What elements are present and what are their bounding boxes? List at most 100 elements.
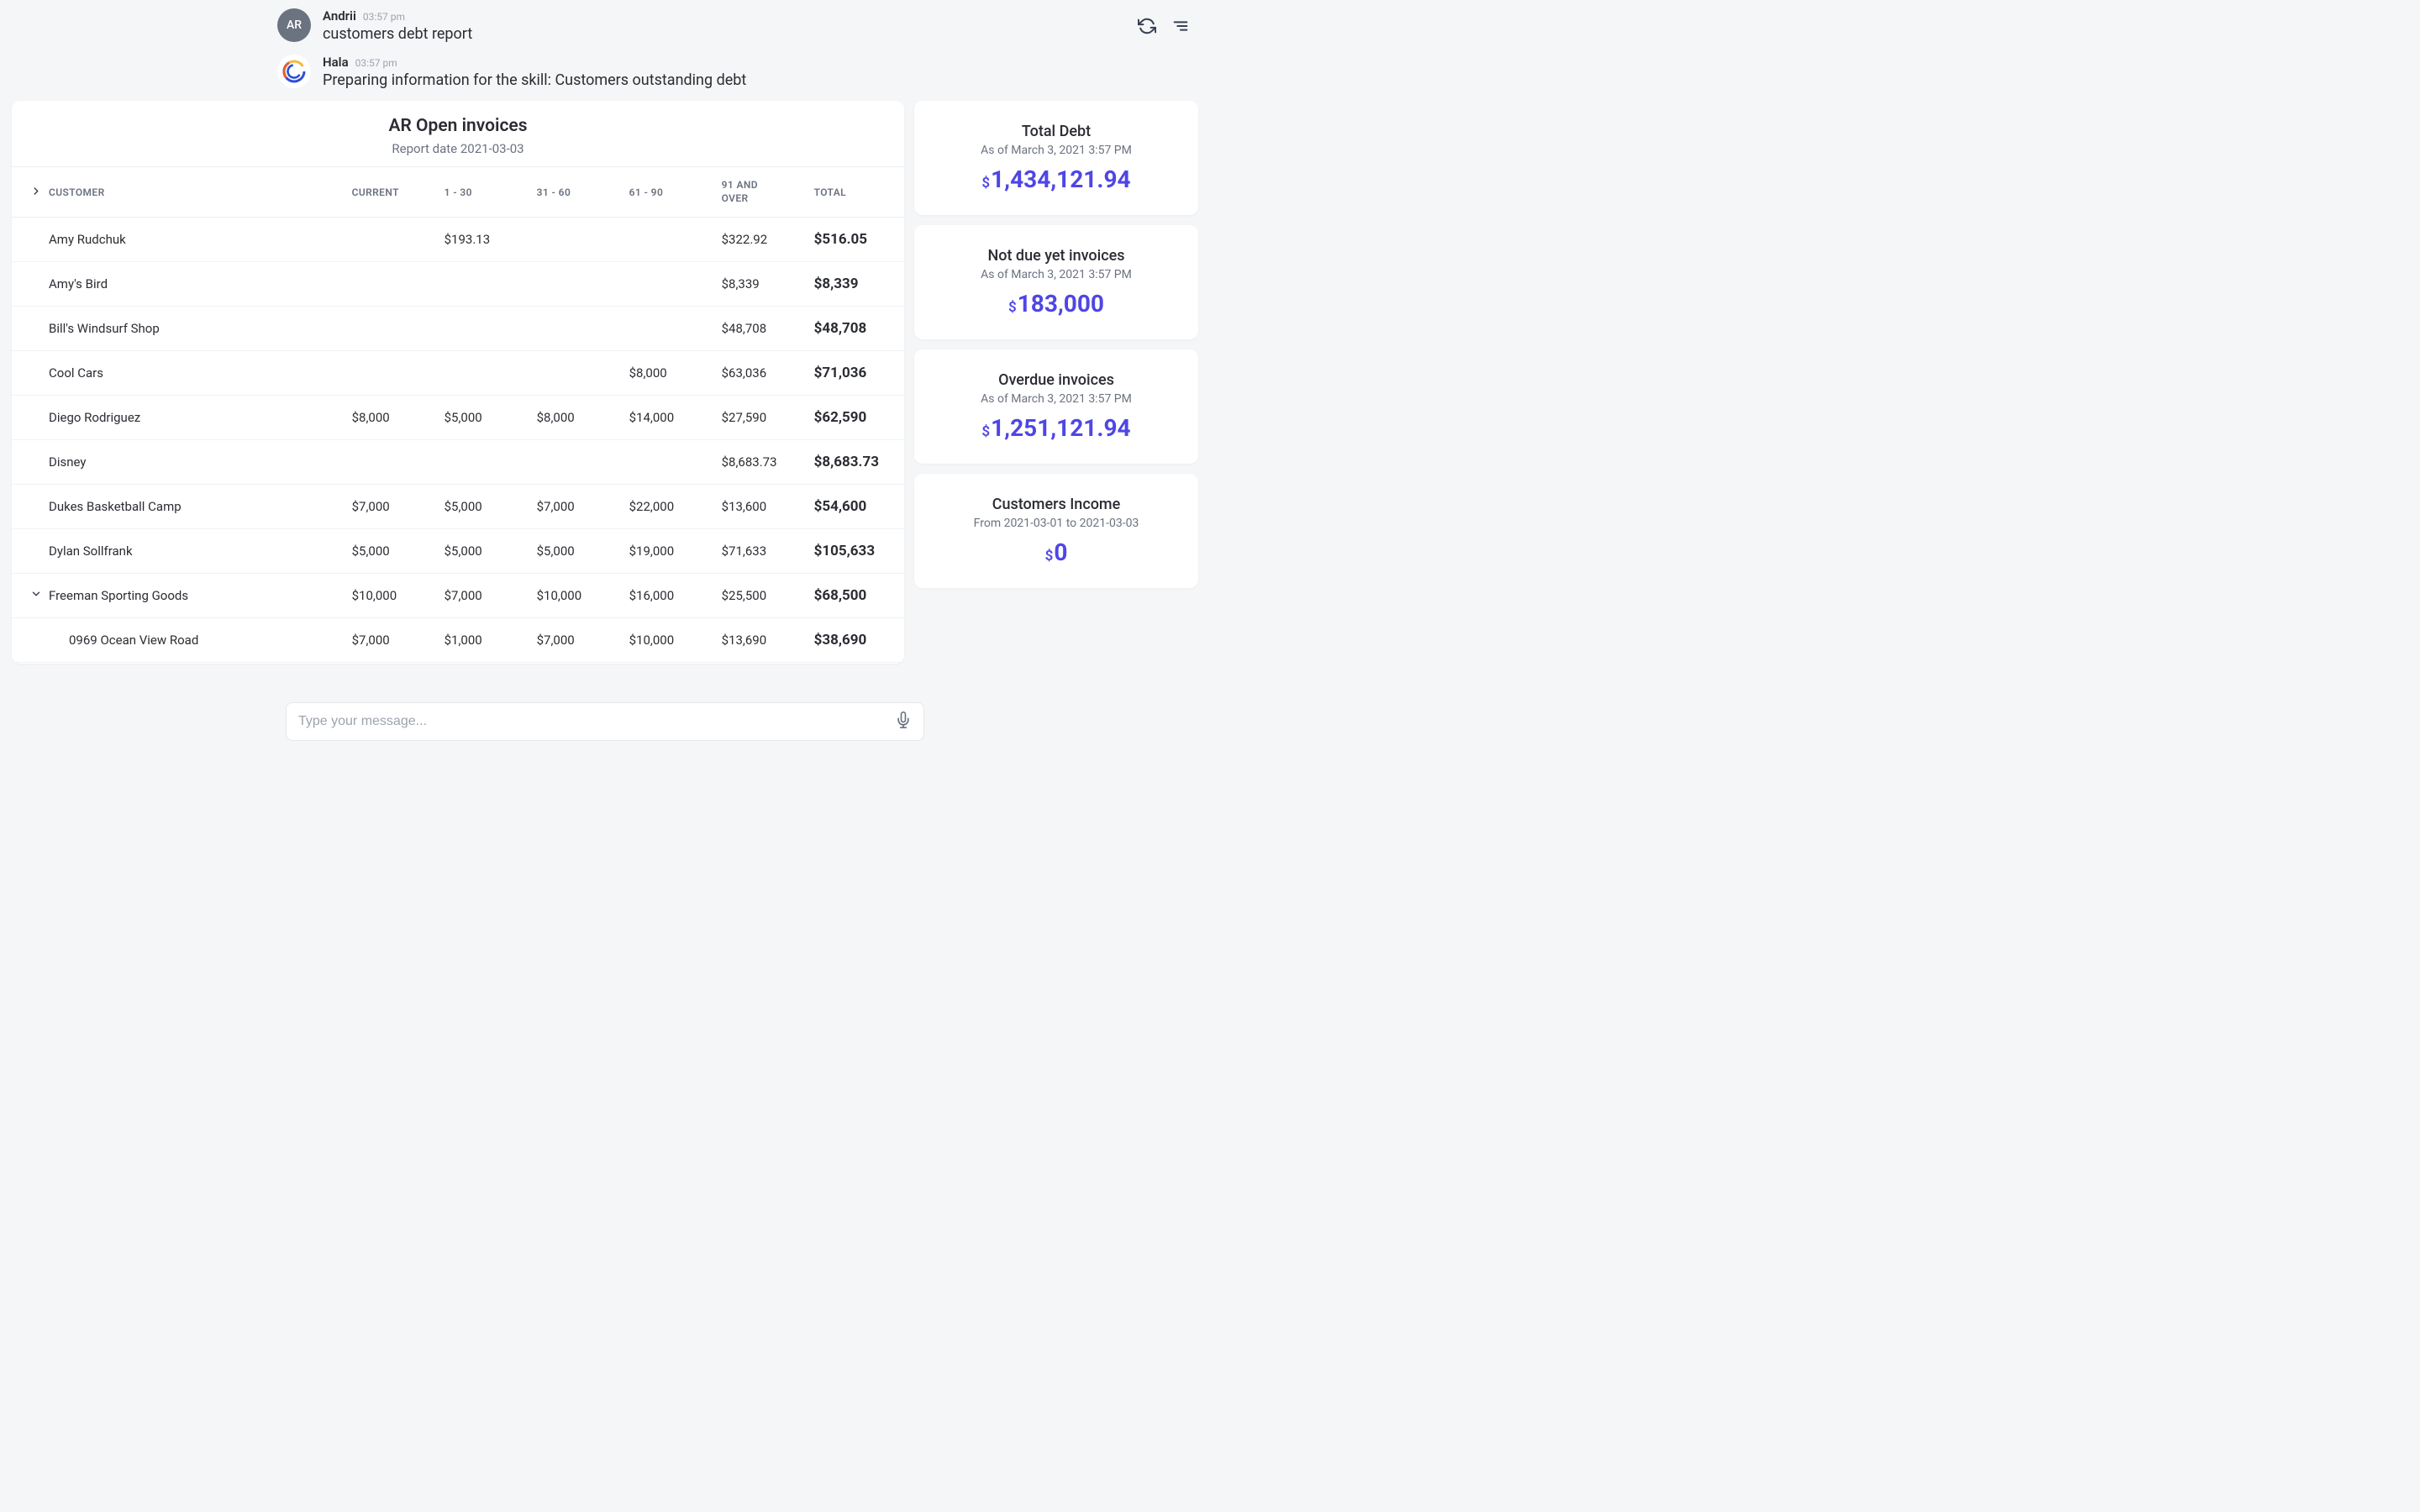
stat-title: Total Debt: [931, 123, 1181, 140]
column-header-current[interactable]: CURRENT: [344, 167, 436, 218]
amount-cell: $10,000: [529, 574, 621, 618]
amount-cell: $14,000: [621, 396, 713, 440]
message-input[interactable]: [298, 714, 895, 729]
amount-cell: [344, 307, 436, 351]
amount-cell: $8,683.73: [713, 440, 806, 485]
stat-subtitle: As of March 3, 2021 3:57 PM: [931, 144, 1181, 157]
amount-cell: $193.13: [436, 218, 529, 262]
report-date: Report date 2021-03-03: [12, 141, 904, 156]
total-cell: $516.05: [806, 218, 904, 262]
message-input-bar[interactable]: [286, 702, 924, 741]
amount-cell: $63,036: [713, 351, 806, 396]
report-card: AR Open invoices Report date 2021-03-03 …: [12, 101, 904, 664]
table-row[interactable]: Amy's Bird$8,339$8,339: [12, 262, 904, 307]
amount-cell: $10,000: [621, 618, 713, 663]
amount-cell: [621, 440, 713, 485]
amount-cell: [529, 440, 621, 485]
stat-card[interactable]: Not due yet invoices As of March 3, 2021 …: [914, 225, 1198, 339]
column-header-31-60[interactable]: 31 - 60: [529, 167, 621, 218]
amount-cell: $13,690: [713, 618, 806, 663]
amount-cell: [344, 218, 436, 262]
amount-cell: [621, 307, 713, 351]
amount-cell: [529, 218, 621, 262]
table-row[interactable]: Freeman Sporting Goods$10,000$7,000$10,0…: [12, 574, 904, 618]
stat-value: $1,434,121.94: [981, 165, 1130, 193]
stat-title: Overdue invoices: [931, 371, 1181, 389]
stat-subtitle: As of March 3, 2021 3:57 PM: [931, 392, 1181, 406]
amount-cell: $8,000: [529, 396, 621, 440]
amount-cell: [436, 307, 529, 351]
amount-cell: [436, 351, 529, 396]
amount-cell: $7,000: [529, 485, 621, 529]
customer-name-cell: 0969 Ocean View Road: [12, 618, 344, 663]
table-row[interactable]: 0969 Ocean View Road$7,000$1,000$7,000$1…: [12, 618, 904, 663]
total-cell: $105,633: [806, 529, 904, 574]
amount-cell: $22,000: [621, 485, 713, 529]
chat-message-bot: Hala 03:57 pm Preparing information for …: [277, 55, 1193, 89]
table-row[interactable]: Cool Cars$8,000$63,036$71,036: [12, 351, 904, 396]
stat-card[interactable]: Overdue invoices As of March 3, 2021 3:57…: [914, 349, 1198, 464]
amount-cell: [344, 262, 436, 307]
stat-value: $0: [1045, 538, 1068, 566]
amount-cell: $7,000: [436, 574, 529, 618]
chevron-right-icon[interactable]: [30, 185, 42, 199]
menu-icon[interactable]: [1171, 17, 1190, 39]
amount-cell: [436, 440, 529, 485]
report-table: CUSTOMER CURRENT 1 - 30 31 - 60 61 - 90 …: [12, 166, 904, 663]
total-cell: $62,590: [806, 396, 904, 440]
report-title: AR Open invoices: [12, 116, 904, 136]
table-row[interactable]: Disney$8,683.73$8,683.73: [12, 440, 904, 485]
customer-name-cell: Freeman Sporting Goods: [12, 574, 344, 618]
column-header-customer[interactable]: CUSTOMER: [12, 167, 344, 218]
stat-value: $183,000: [1008, 290, 1104, 318]
amount-cell: [621, 218, 713, 262]
customer-name-cell: Bill's Windsurf Shop: [12, 307, 344, 351]
amount-cell: $10,000: [344, 574, 436, 618]
table-row[interactable]: Dylan Sollfrank$5,000$5,000$5,000$19,000…: [12, 529, 904, 574]
table-row[interactable]: Dukes Basketball Camp$7,000$5,000$7,000$…: [12, 485, 904, 529]
customer-name-cell: Cool Cars: [12, 351, 344, 396]
amount-cell: $7,000: [529, 618, 621, 663]
total-cell: $8,339: [806, 262, 904, 307]
stat-subtitle: As of March 3, 2021 3:57 PM: [931, 268, 1181, 281]
column-header-1-30[interactable]: 1 - 30: [436, 167, 529, 218]
message-author: Hala: [323, 55, 349, 70]
customer-name-cell: Dukes Basketball Camp: [12, 485, 344, 529]
column-header-91plus[interactable]: 91 ANDOVER: [713, 167, 806, 218]
chevron-down-icon[interactable]: [30, 588, 42, 603]
amount-cell: [529, 307, 621, 351]
amount-cell: $71,633: [713, 529, 806, 574]
total-cell: $38,690: [806, 618, 904, 663]
total-cell: $48,708: [806, 307, 904, 351]
customer-name-cell: Amy Rudchuk: [12, 218, 344, 262]
stat-subtitle: From 2021-03-01 to 2021-03-03: [931, 517, 1181, 530]
total-cell: $71,036: [806, 351, 904, 396]
table-row[interactable]: Bill's Windsurf Shop $48,708$48,708: [12, 307, 904, 351]
refresh-icon[interactable]: [1138, 17, 1156, 39]
amount-cell: $13,600: [713, 485, 806, 529]
amount-cell: [529, 262, 621, 307]
amount-cell: $48,708: [713, 307, 806, 351]
message-time: 03:57 pm: [355, 57, 397, 69]
table-row[interactable]: Amy Rudchuk $193.13 $322.92$516.05: [12, 218, 904, 262]
amount-cell: $25,500: [713, 574, 806, 618]
customer-name-cell: Disney: [12, 440, 344, 485]
stat-card[interactable]: Total Debt As of March 3, 2021 3:57 PM $1,…: [914, 101, 1198, 215]
column-header-total[interactable]: TOTAL: [806, 167, 904, 218]
stat-value: $1,251,121.94: [981, 414, 1130, 442]
bot-avatar: [277, 55, 311, 88]
total-cell: $54,600: [806, 485, 904, 529]
amount-cell: [344, 351, 436, 396]
amount-cell: $7,000: [344, 618, 436, 663]
amount-cell: $322.92: [713, 218, 806, 262]
amount-cell: $8,000: [344, 396, 436, 440]
amount-cell: $5,000: [344, 529, 436, 574]
stat-title: Not due yet invoices: [931, 247, 1181, 265]
column-header-61-90[interactable]: 61 - 90: [621, 167, 713, 218]
amount-cell: $19,000: [621, 529, 713, 574]
total-cell: $68,500: [806, 574, 904, 618]
stat-card[interactable]: Customers IncomeFrom 2021-03-01 to 2021-…: [914, 474, 1198, 588]
table-row[interactable]: Diego Rodriguez$8,000$5,000$8,000$14,000…: [12, 396, 904, 440]
mic-icon[interactable]: [895, 711, 912, 732]
chat-message-user: AR Andrii 03:57 pm customers debt report: [277, 8, 1193, 43]
